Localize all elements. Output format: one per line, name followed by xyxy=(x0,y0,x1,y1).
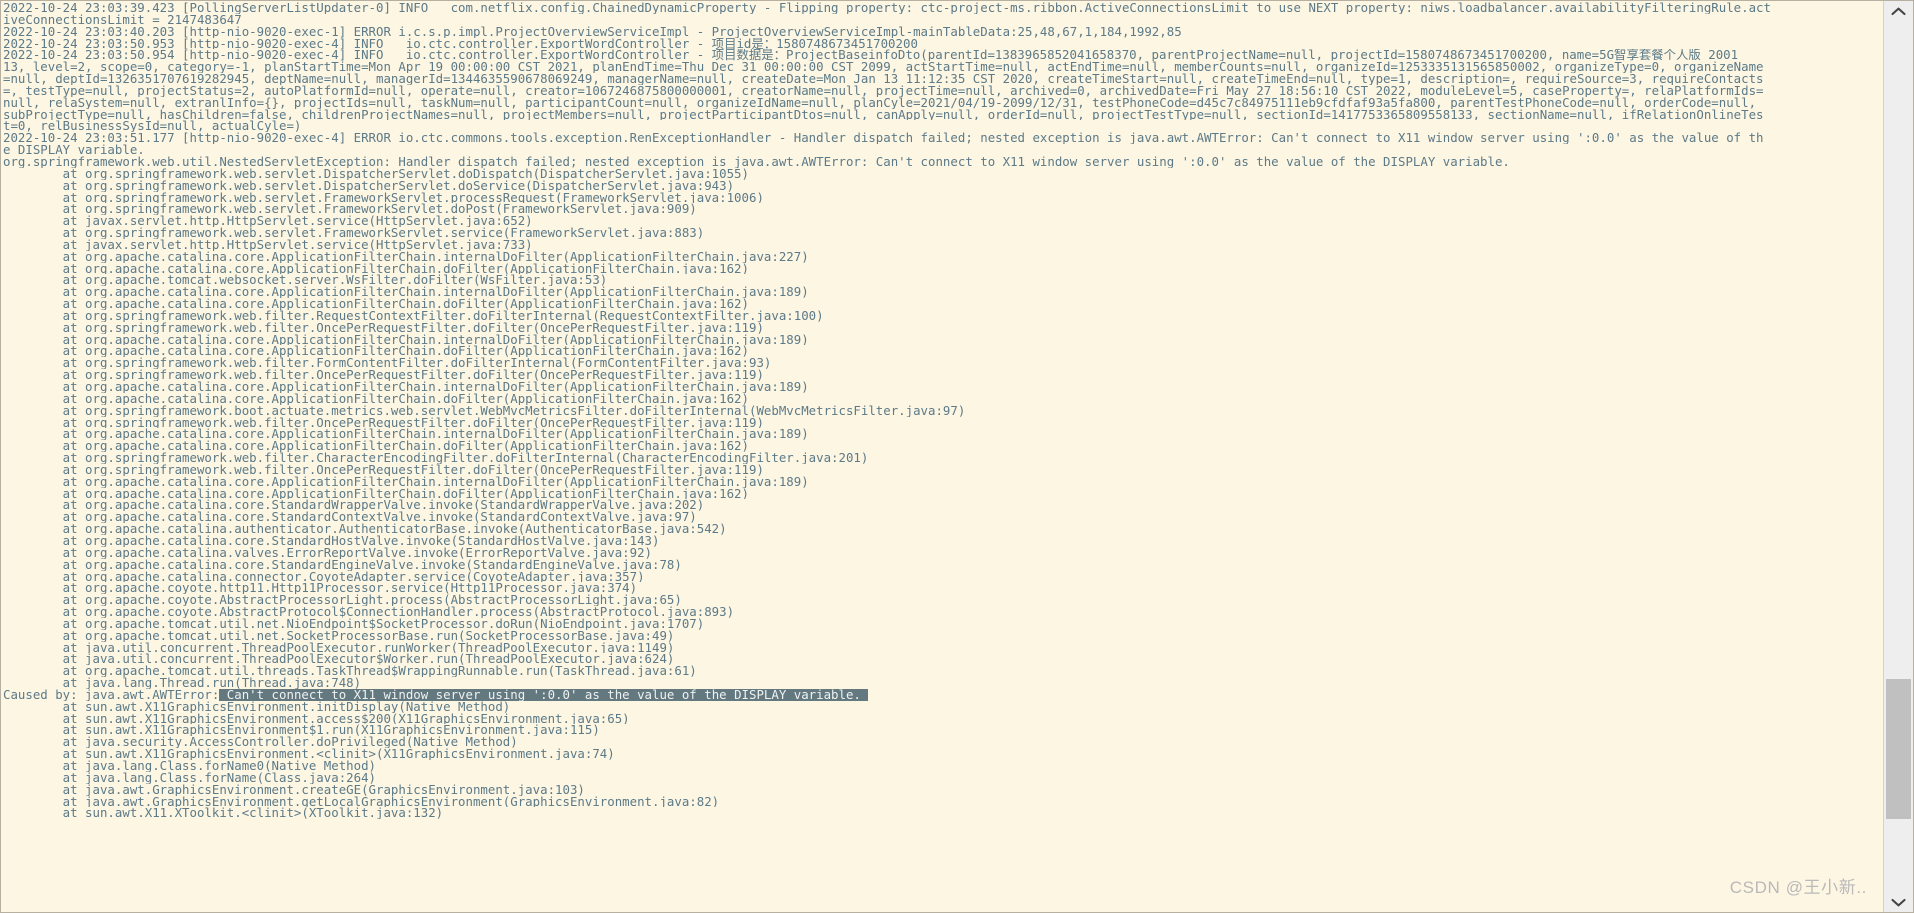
chevron-up-icon xyxy=(1891,7,1906,16)
log-line: at org.apache.catalina.core.ApplicationF… xyxy=(3,475,809,488)
log-line: 2022-10-24 23:03:51.177 [http-nio-9020-e… xyxy=(3,132,1764,145)
log-line: at org.apache.catalina.core.StandardCont… xyxy=(3,511,697,524)
highlighted-error-text: Can't connect to X11 window server using… xyxy=(219,688,869,701)
log-line: at org.springframework.web.servlet.Dispa… xyxy=(3,167,749,180)
log-line: at org.springframework.web.servlet.Dispa… xyxy=(3,179,735,192)
log-line-caused-by: Caused by: java.awt.AWTError: Can't conn… xyxy=(3,688,1883,701)
log-line: at org.springframework.web.filter.FormCo… xyxy=(3,357,772,370)
log-line: at sun.awt.X11GraphicsEnvironment.initDi… xyxy=(3,700,511,713)
log-line: 2022-10-24 23:03:50.954 [http-nio-9020-e… xyxy=(3,49,1739,62)
log-line: at org.apache.catalina.connector.CoyoteA… xyxy=(3,570,645,583)
log-line: at org.apache.catalina.valves.ErrorRepor… xyxy=(3,546,653,559)
log-line: at org.springframework.web.filter.OncePe… xyxy=(3,321,764,334)
log-line: at java.util.concurrent.ThreadPoolExecut… xyxy=(3,653,675,666)
log-line-list: 2022-10-24 23:03:39.423 [PollingServerLi… xyxy=(3,2,1883,819)
log-line: 13, level=2, scope=0, category=-1, planS… xyxy=(3,61,1764,74)
log-line: at org.apache.coyote.AbstractProcessorLi… xyxy=(3,594,682,607)
log-line: at org.apache.tomcat.util.net.SocketProc… xyxy=(3,629,675,642)
log-line: at java.security.AccessController.doPriv… xyxy=(3,736,518,749)
log-line: at org.springframework.boot.actuate.metr… xyxy=(3,404,966,417)
log-line: =null, deptId=1326351707619282945, deptN… xyxy=(3,73,1764,85)
log-line: at org.apache.catalina.core.ApplicationF… xyxy=(3,345,749,358)
log-line: at sun.awt.X11GraphicsEnvironment.<clini… xyxy=(3,748,615,760)
log-line: 2022-10-24 23:03:39.423 [PollingServerLi… xyxy=(3,2,1771,14)
log-line: at java.lang.Thread.run(Thread.java:748) xyxy=(3,677,362,689)
log-line: e DISPLAY variable. xyxy=(3,144,145,156)
log-line: at org.apache.coyote.http11.Http11Proces… xyxy=(3,582,638,595)
log-line: iveConnectionsLimit = 2147483647 xyxy=(3,13,242,26)
log-line: at java.util.concurrent.ThreadPoolExecut… xyxy=(3,641,675,654)
log-line: at org.apache.catalina.core.ApplicationF… xyxy=(3,428,809,441)
log-line: =, testType=null, projectStatus=2, autoP… xyxy=(3,84,1764,97)
scrollbar-thumb[interactable] xyxy=(1886,679,1911,819)
log-line: at org.springframework.web.filter.OncePe… xyxy=(3,416,764,429)
log-line: at javax.servlet.http.HttpServlet.servic… xyxy=(3,215,533,228)
log-line: at java.awt.GraphicsEnvironment.createGE… xyxy=(3,783,585,796)
chevron-down-icon xyxy=(1891,898,1906,907)
log-output-viewport[interactable]: 2022-10-24 23:03:39.423 [PollingServerLi… xyxy=(1,1,1883,912)
log-line: 2022-10-24 23:03:40.203 [http-nio-9020-e… xyxy=(3,25,1182,38)
log-line: at java.lang.Class.forName0(Native Metho… xyxy=(3,760,376,772)
log-line: at org.apache.catalina.core.StandardEngi… xyxy=(3,558,682,571)
log-line: null, relaSystem=null, extranlInfo={}, p… xyxy=(3,96,1757,109)
log-line: at org.springframework.web.servlet.Frame… xyxy=(3,191,764,204)
log-line: at javax.servlet.http.HttpServlet.servic… xyxy=(3,238,533,251)
log-line: at org.apache.coyote.AbstractProtocol$Co… xyxy=(3,606,735,618)
scroll-down-button[interactable] xyxy=(1884,892,1913,912)
log-line: at org.springframework.web.filter.OncePe… xyxy=(3,463,764,476)
vertical-scrollbar[interactable] xyxy=(1883,1,1913,912)
log-line: at java.awt.GraphicsEnvironment.getLocal… xyxy=(3,795,720,808)
log-line: at java.lang.Class.forName(Class.java:26… xyxy=(3,771,376,784)
log-line: at org.apache.catalina.core.ApplicationF… xyxy=(3,333,809,346)
log-line: at org.springframework.web.filter.Reques… xyxy=(3,309,824,322)
log-line: at org.apache.tomcat.websocket.server.Ws… xyxy=(3,274,608,287)
log-line: at org.apache.catalina.core.ApplicationF… xyxy=(3,298,749,310)
log-line: at org.apache.catalina.authenticator.Aut… xyxy=(3,523,727,535)
log-line: at org.apache.tomcat.util.threads.TaskTh… xyxy=(3,665,697,678)
log-line: at sun.awt.X11GraphicsEnvironment$1.run(… xyxy=(3,724,600,737)
log-line: at org.springframework.web.servlet.Frame… xyxy=(3,227,705,239)
log-line: 2022-10-24 23:03:50.953 [http-nio-9020-e… xyxy=(3,37,918,50)
log-line: at org.springframework.web.filter.OncePe… xyxy=(3,369,764,381)
log-line: subProjectType=null, hasChildren=false, … xyxy=(3,108,1764,121)
log-line: at org.apache.catalina.core.StandardHost… xyxy=(3,534,660,547)
log-line: at org.apache.catalina.core.StandardWrap… xyxy=(3,499,705,512)
log-line: at org.springframework.web.servlet.Frame… xyxy=(3,203,697,216)
log-console-window: 2022-10-24 23:03:39.423 [PollingServerLi… xyxy=(0,0,1914,913)
log-line: at org.apache.catalina.core.ApplicationF… xyxy=(3,392,749,405)
log-line: at org.springframework.web.filter.Charac… xyxy=(3,452,869,464)
log-line: at org.apache.tomcat.util.net.NioEndpoin… xyxy=(3,617,705,630)
caused-by-prefix: Caused by: java.awt.AWTError: xyxy=(3,688,220,701)
log-line: at org.apache.catalina.core.ApplicationF… xyxy=(3,250,809,263)
log-line: at org.apache.catalina.core.ApplicationF… xyxy=(3,487,749,500)
log-line: org.springframework.web.util.NestedServl… xyxy=(3,155,1510,168)
log-line: at org.apache.catalina.core.ApplicationF… xyxy=(3,440,749,453)
log-line: at sun.awt.X11.XToolkit.<clinit>(XToolki… xyxy=(3,807,444,820)
scroll-up-button[interactable] xyxy=(1884,1,1913,21)
log-line: at org.apache.catalina.core.ApplicationF… xyxy=(3,262,749,275)
log-line: at sun.awt.X11GraphicsEnvironment.access… xyxy=(3,712,630,725)
log-line: at org.apache.catalina.core.ApplicationF… xyxy=(3,286,809,299)
log-line: t=0, relBusinessSysId=null, actualCyle=) xyxy=(3,120,302,133)
log-line: at org.apache.catalina.core.ApplicationF… xyxy=(3,381,809,393)
